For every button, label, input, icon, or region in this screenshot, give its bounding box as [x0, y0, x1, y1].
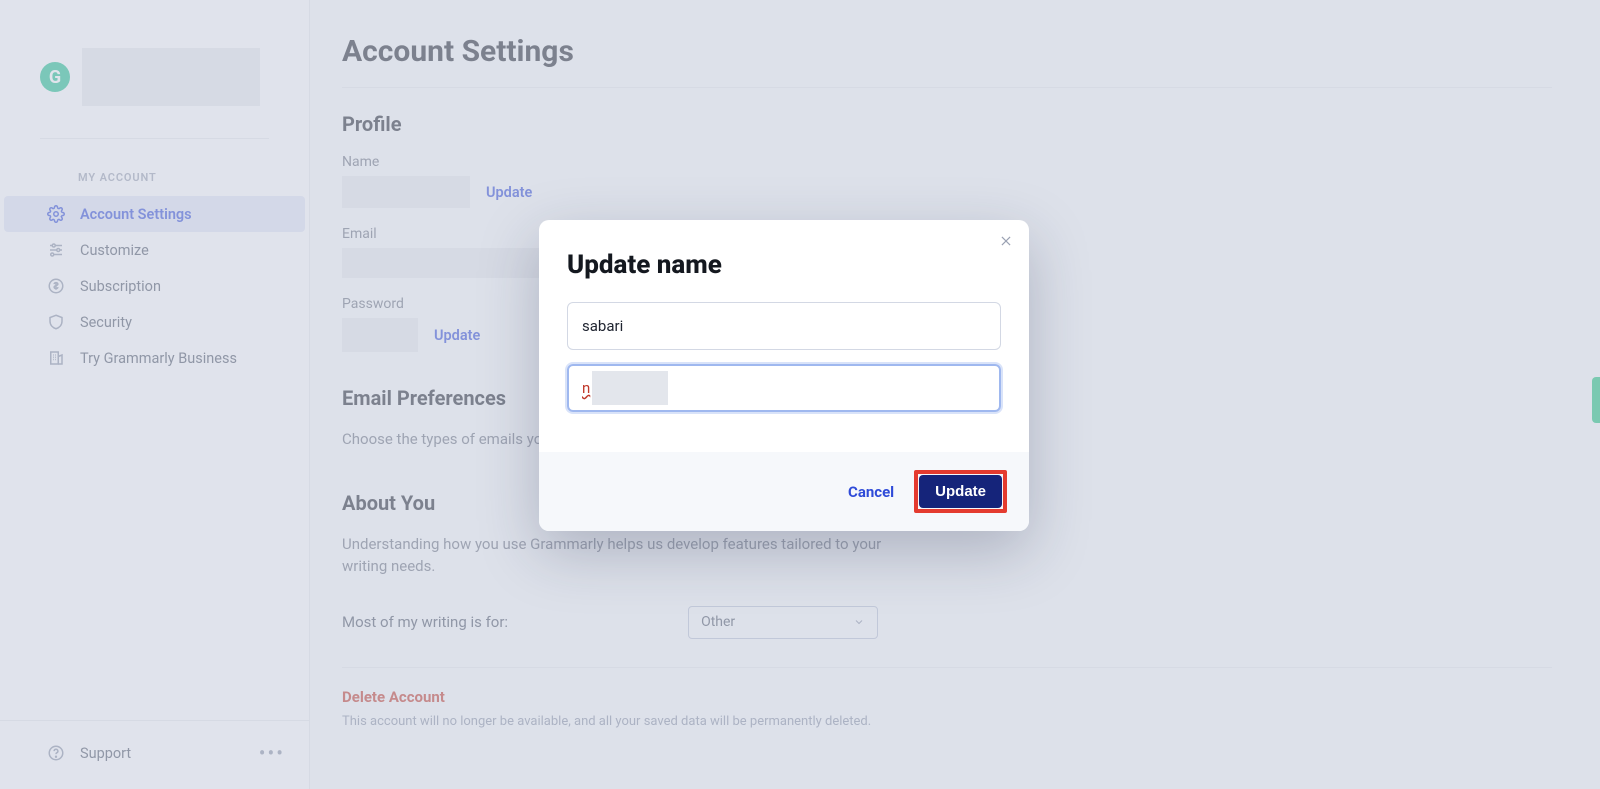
chevron-down-icon [853, 616, 865, 628]
sidebar-item-label: Security [80, 314, 132, 331]
support-label: Support [80, 745, 131, 762]
modal-footer: Cancel Update [539, 452, 1029, 531]
support-link[interactable]: Support [46, 743, 131, 763]
last-name-prefix: n [582, 379, 590, 397]
cancel-button[interactable]: Cancel [842, 475, 900, 509]
update-button[interactable]: Update [919, 475, 1002, 508]
delete-account-desc: This account will no longer be available… [342, 714, 1552, 729]
help-circle-icon [46, 743, 66, 763]
sidebar-footer: Support ••• [0, 720, 309, 789]
first-name-input[interactable]: sabari [567, 302, 1001, 350]
brand-row: G [0, 0, 309, 130]
sidebar-item-customize[interactable]: Customize [0, 232, 309, 268]
first-name-value: sabari [582, 317, 623, 335]
sidebar-section-label: MY ACCOUNT [0, 163, 309, 196]
brand-name-redacted [82, 48, 260, 106]
profile-heading: Profile [342, 112, 1552, 136]
writing-for-label: Most of my writing is for: [342, 611, 508, 634]
sidebar-item-account-settings[interactable]: Account Settings [4, 196, 305, 232]
update-name-link[interactable]: Update [486, 184, 532, 201]
sidebar-item-label: Account Settings [80, 206, 192, 223]
writing-for-value: Other [701, 614, 735, 630]
divider [40, 138, 269, 139]
sidebar-item-label: Customize [80, 242, 149, 259]
brand-logo: G [40, 62, 70, 92]
name-value-redacted [342, 176, 470, 208]
more-menu-icon[interactable]: ••• [259, 741, 285, 765]
about-you-desc: Understanding how you use Grammarly help… [342, 533, 902, 578]
close-icon[interactable] [999, 234, 1013, 248]
writing-for-select[interactable]: Other [688, 606, 878, 639]
update-password-link[interactable]: Update [434, 327, 480, 344]
name-label: Name [342, 154, 1552, 170]
sidebar-item-business[interactable]: Try Grammarly Business [0, 340, 309, 376]
update-button-highlight: Update [914, 470, 1007, 513]
sidebar: G MY ACCOUNT Account Settings Customize [0, 0, 310, 789]
feedback-tab[interactable] [1592, 377, 1600, 423]
shield-icon [46, 312, 66, 332]
sidebar-item-label: Subscription [80, 278, 161, 295]
sidebar-item-label: Try Grammarly Business [80, 350, 237, 367]
divider [342, 667, 1552, 668]
password-value-redacted [342, 318, 418, 352]
last-name-redacted [592, 371, 668, 405]
email-value-redacted [342, 248, 552, 278]
modal-title: Update name [567, 250, 1001, 280]
delete-account-heading[interactable]: Delete Account [342, 688, 1552, 706]
page-title: Account Settings [342, 34, 1552, 88]
dollar-circle-icon [46, 276, 66, 296]
building-icon [46, 348, 66, 368]
last-name-input[interactable]: n [567, 364, 1001, 412]
update-name-modal: Update name sabari n Cancel Update [539, 220, 1029, 531]
sliders-icon [46, 240, 66, 260]
sidebar-item-security[interactable]: Security [0, 304, 309, 340]
gear-icon [46, 204, 66, 224]
sidebar-nav: Account Settings Customize Subscription … [0, 196, 309, 376]
sidebar-item-subscription[interactable]: Subscription [0, 268, 309, 304]
